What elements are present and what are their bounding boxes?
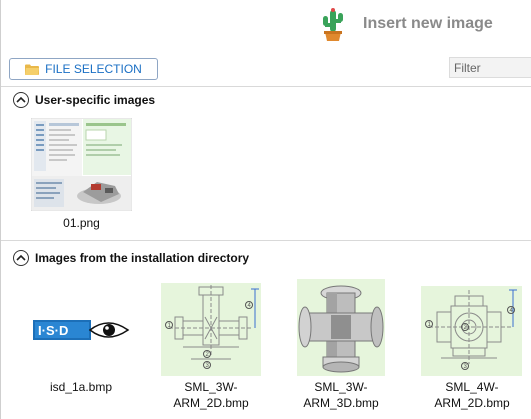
image-thumbnail-01[interactable] (30, 117, 133, 212)
divider (1, 240, 531, 241)
caption-line: ARM_2D.bmp (173, 396, 249, 410)
divider (1, 86, 531, 87)
section-title-user: User-specific images (35, 93, 156, 107)
caption-line: ARM_2D.bmp (434, 396, 510, 410)
image-thumbnail-sml-4w-2d[interactable]: 1 2 3 4 (421, 286, 522, 376)
image-caption: SML_3W- ARM_2D.bmp (156, 379, 266, 411)
image-thumbnail-isd[interactable]: I·S·D (32, 317, 130, 343)
file-selection-button[interactable]: FILE SELECTION (9, 58, 158, 80)
file-selection-label: FILE SELECTION (45, 62, 142, 76)
caption-line: SML_4W- (445, 380, 499, 394)
collapse-chevron-icon[interactable] (13, 250, 29, 266)
image-caption: isd_1a.bmp (49, 380, 113, 394)
section-header-user[interactable]: User-specific images (13, 92, 155, 108)
caption-line: SML_3W- (314, 380, 368, 394)
cactus-icon (323, 8, 343, 41)
image-thumbnail-sml-3w-3d[interactable] (297, 279, 385, 376)
image-caption: SML_3W- ARM_3D.bmp (286, 379, 396, 411)
caption-line: ARM_3D.bmp (303, 396, 379, 410)
caption-line: SML_3W- (184, 380, 238, 394)
filter-input[interactable] (449, 57, 531, 78)
image-caption: SML_4W- ARM_2D.bmp (417, 379, 527, 411)
collapse-chevron-icon[interactable] (13, 92, 29, 108)
image-thumbnail-sml-3w-2d[interactable]: 1 2 3 4 (161, 283, 261, 376)
image-caption: 01.png (63, 216, 100, 230)
section-title-install: Images from the installation directory (35, 251, 250, 265)
dialog-header: Insert new image (0, 0, 531, 50)
folder-icon (25, 64, 40, 75)
dialog-title: Insert new image (363, 15, 493, 32)
section-header-install[interactable]: Images from the installation directory (13, 250, 249, 266)
svg-text:I·S·D: I·S·D (38, 323, 68, 338)
